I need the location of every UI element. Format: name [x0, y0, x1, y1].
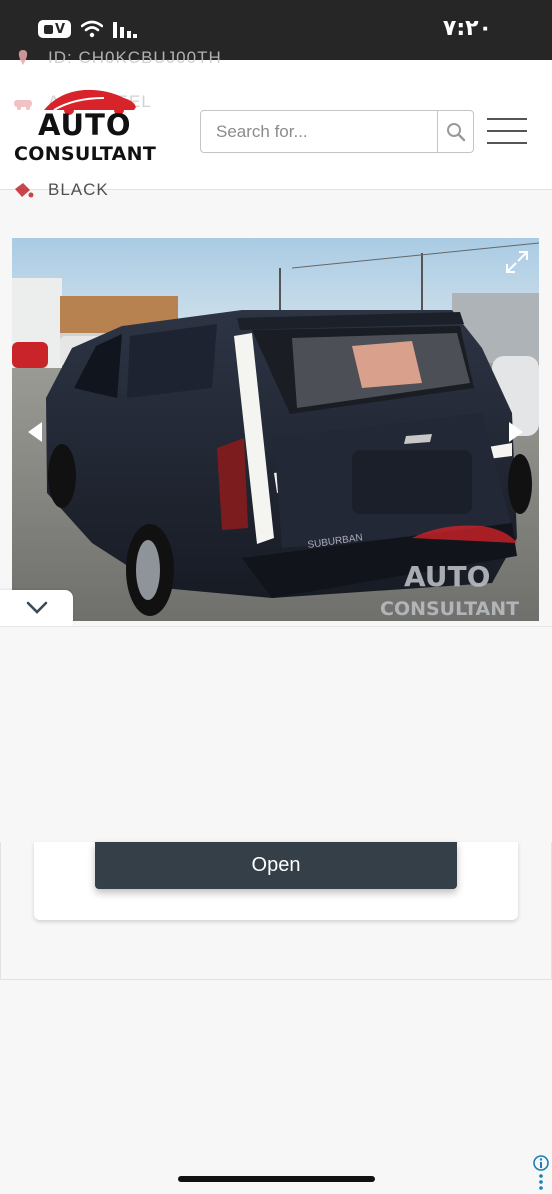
status-clock: ٧:٢٠ [442, 16, 492, 41]
vpn-label: V [54, 21, 66, 37]
info-icon[interactable] [532, 1155, 550, 1191]
search-input[interactable] [201, 111, 437, 152]
watermark-auto: AUTO [404, 560, 490, 593]
logo-text-auto: AUTO [38, 108, 132, 142]
site-logo[interactable]: AUTO CONSULTANT [14, 80, 157, 172]
section-divider [0, 626, 552, 627]
open-button[interactable]: Open [95, 842, 457, 889]
wifi-icon [81, 20, 103, 38]
status-icons: V [38, 20, 137, 38]
menu-bar [487, 142, 527, 144]
menu-bar [487, 130, 527, 132]
ghost-row: ID: CH0KCBUJ00TH [12, 48, 222, 68]
search-box [200, 110, 474, 153]
chevron-right-icon[interactable] [505, 420, 527, 444]
page: V ٧:٢٠ ID: CH0KCBUJ00TH ALL WHEEL [0, 0, 552, 1194]
hamburger-menu-button[interactable] [487, 118, 527, 144]
ghost-row: BLACK [12, 180, 109, 200]
expand-icon[interactable] [505, 250, 529, 274]
vehicle-photo: SUBURBAN AUTO CONSULTANT [12, 238, 539, 621]
search-icon [446, 122, 465, 141]
ghost-text: ID: CH0KCBUJ00TH [48, 48, 222, 67]
vpn-icon: V [38, 20, 71, 38]
vehicle-photo-gallery[interactable]: SUBURBAN AUTO CONSULTANT [12, 238, 539, 621]
collapse-toggle-button[interactable] [0, 590, 73, 626]
chevron-left-icon[interactable] [24, 420, 46, 444]
menu-bar [487, 118, 527, 120]
paint-bucket-icon [15, 183, 34, 198]
site-header: ID: CH0KCBUJ00TH ALL WHEEL BLACK AUTO CO… [0, 48, 552, 199]
chevron-down-icon [26, 601, 47, 614]
signal-icon [113, 22, 137, 38]
search-button[interactable] [437, 111, 473, 152]
location-pin-icon [18, 50, 28, 65]
logo-text-consultant: CONSULTANT [14, 143, 157, 165]
watermark-consultant: CONSULTANT [380, 598, 519, 620]
home-indicator[interactable] [178, 1176, 375, 1182]
ghost-text: BLACK [48, 180, 109, 199]
